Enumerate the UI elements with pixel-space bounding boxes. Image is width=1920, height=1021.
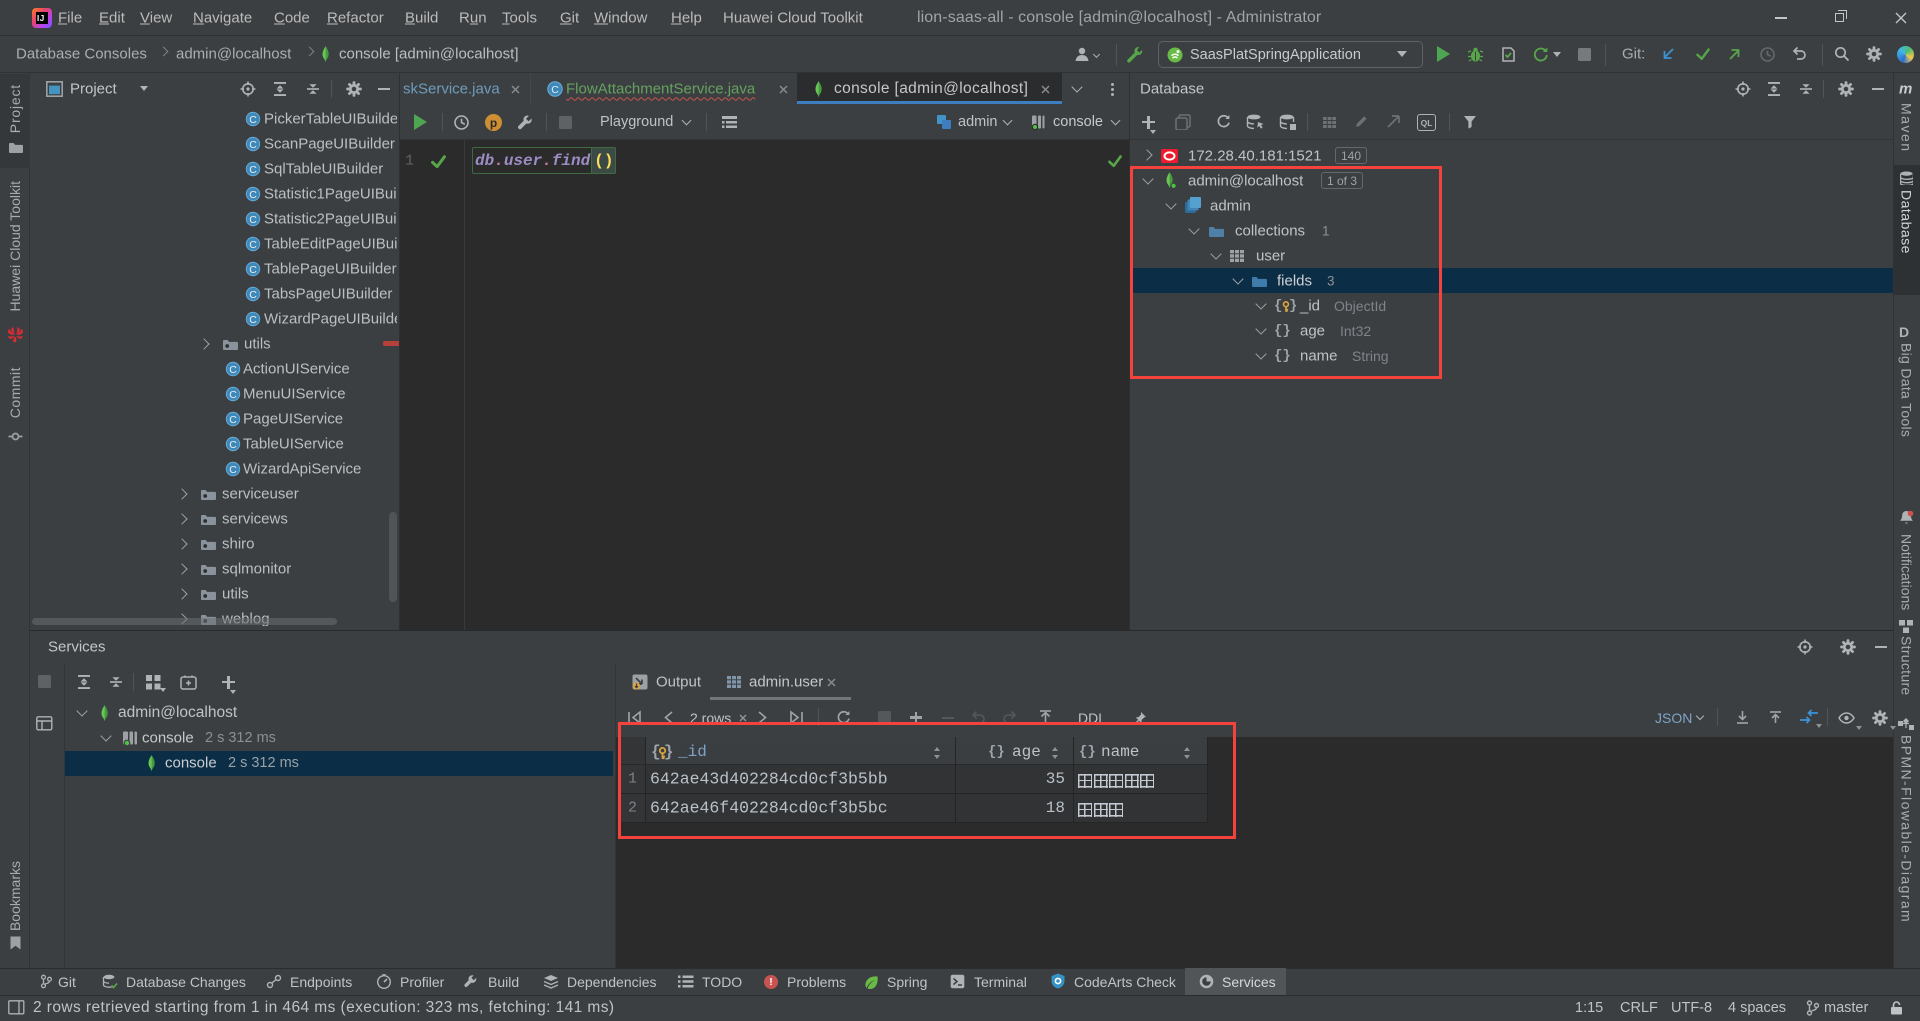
svg-text:C: C <box>249 314 257 326</box>
svg-text:C: C <box>249 114 257 126</box>
svg-text:C: C <box>249 289 257 301</box>
svg-text:C: C <box>249 239 257 251</box>
svg-text:C: C <box>249 189 257 201</box>
svg-text:C: C <box>229 439 237 451</box>
svg-text:C: C <box>229 364 237 376</box>
svg-text:C: C <box>249 164 257 176</box>
svg-text:C: C <box>229 414 237 426</box>
svg-text:C: C <box>249 264 257 276</box>
svg-text:C: C <box>249 214 257 226</box>
svg-text:C: C <box>229 389 237 401</box>
svg-text:C: C <box>551 84 559 96</box>
svg-text:C: C <box>249 139 257 151</box>
svg-text:C: C <box>229 464 237 476</box>
